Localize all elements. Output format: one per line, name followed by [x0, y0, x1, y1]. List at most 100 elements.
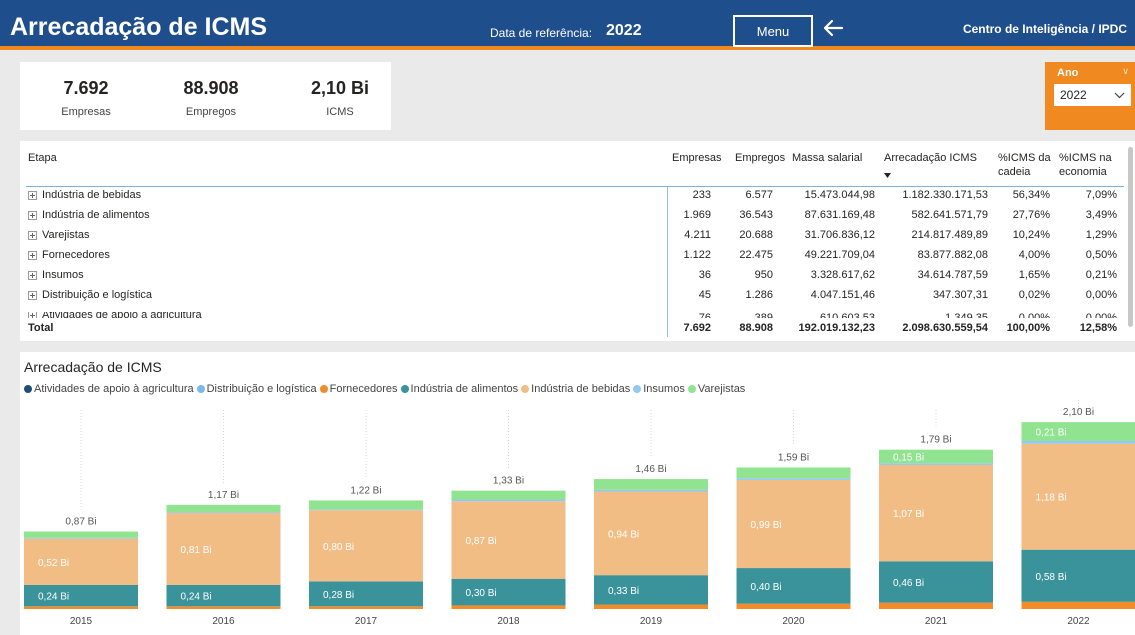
- bar-segment[interactable]: [594, 479, 708, 490]
- row-etapa: Fornecedores: [42, 249, 110, 261]
- expand-plus-icon[interactable]: [28, 312, 37, 318]
- bar-segment[interactable]: [309, 500, 423, 510]
- column-header-empresas[interactable]: Empresas: [672, 151, 722, 165]
- column-header-pct-cadeia[interactable]: %ICMS da: [998, 151, 1051, 165]
- cell-massa: 49.221.709,04: [804, 249, 875, 261]
- kpi-label: ICMS: [326, 106, 354, 118]
- cell-empresas: 1.969: [683, 209, 711, 221]
- total-empresas: 7.692: [683, 322, 711, 334]
- cell-pct_cadeia: 4,00%: [1018, 249, 1050, 261]
- cell-pct_economia: 7,09%: [1085, 189, 1117, 201]
- legend-label: Indústria de bebidas: [531, 383, 631, 395]
- bar-segment[interactable]: [879, 463, 993, 465]
- sort-descending-icon[interactable]: [884, 173, 891, 178]
- year-dropdown-value: 2022: [1060, 88, 1087, 102]
- bar-segment[interactable]: [24, 537, 138, 539]
- arrow-left-icon[interactable]: [822, 18, 844, 38]
- bar-segment[interactable]: [879, 602, 993, 609]
- column-divider: [667, 187, 668, 337]
- segment-label: 1,07 Bi: [893, 509, 924, 520]
- legend-item[interactable]: Atividades de apoio à agricultura: [24, 383, 194, 395]
- bar-segment[interactable]: [451, 490, 566, 500]
- bar-segment[interactable]: [24, 531, 138, 538]
- menu-button[interactable]: Menu: [733, 15, 813, 47]
- x-tick-label: 2022: [1067, 616, 1090, 627]
- cell-empresas: 4.211: [684, 229, 711, 241]
- column-header-etapa[interactable]: Etapa: [28, 151, 57, 165]
- total-label: 1,46 Bi: [635, 464, 666, 475]
- column-header-empregos[interactable]: Empregos: [735, 151, 785, 165]
- table-row-label: Distribuição e logística: [28, 289, 152, 301]
- kpi-empresas: 7.692 Empresas: [26, 62, 146, 118]
- reference-date-label: Data de referência:: [490, 26, 593, 40]
- year-dropdown[interactable]: 2022: [1054, 84, 1131, 106]
- x-tick-label: 2020: [782, 616, 805, 627]
- cell-empregos: 1.286: [745, 289, 773, 301]
- bar-segment[interactable]: [736, 478, 851, 480]
- chevron-down-icon[interactable]: ∨: [1122, 66, 1129, 77]
- legend-dot-icon: [687, 385, 696, 393]
- table-scrollbar[interactable]: [1128, 147, 1133, 327]
- row-etapa: Insumos: [42, 269, 84, 281]
- reference-date-value: 2022: [606, 22, 642, 39]
- table-row-label: Indústria de alimentos: [28, 209, 150, 221]
- chart-legend: Atividades de apoio à agricultura Distrib…: [24, 383, 745, 395]
- expand-plus-icon[interactable]: [28, 270, 37, 280]
- x-tick-label: 2019: [640, 616, 663, 627]
- total-label: 1,33 Bi: [493, 476, 524, 487]
- cell-pct_economia: 3,49%: [1085, 209, 1117, 221]
- expand-plus-icon[interactable]: [28, 210, 37, 220]
- segment-label: 0,94 Bi: [608, 529, 639, 540]
- table-row-label: Atividades de apoio à agricultura: [28, 312, 202, 318]
- page-title: Arrecadação de ICMS: [10, 13, 268, 41]
- row-etapa: Varejistas: [42, 229, 90, 241]
- legend-item[interactable]: Distribuição e logística: [196, 383, 317, 395]
- expand-plus-icon[interactable]: [28, 230, 37, 240]
- legend-item[interactable]: Varejistas: [687, 383, 745, 395]
- bar-segment[interactable]: [451, 605, 566, 609]
- cell-massa: 4.047.151,46: [810, 289, 875, 301]
- bar-segment[interactable]: [736, 603, 851, 609]
- bar-segment[interactable]: [309, 509, 423, 511]
- expand-plus-icon[interactable]: [28, 190, 37, 200]
- cell-empresas: 233: [692, 189, 711, 201]
- cell-pct_cadeia: 10,24%: [1012, 229, 1050, 241]
- column-header-arrecadacao[interactable]: Arrecadação ICMS: [884, 151, 977, 165]
- segment-label: 0,81 Bi: [181, 545, 212, 556]
- cell-massa: 31.706.836,12: [804, 229, 875, 241]
- expand-plus-icon[interactable]: [28, 290, 37, 300]
- legend-dot-icon: [24, 385, 32, 393]
- bar-segment[interactable]: [736, 467, 851, 479]
- cell-arrecadacao: 214.817.489,89: [911, 229, 988, 241]
- legend-item[interactable]: Fornecedores: [319, 383, 398, 395]
- bar-segment[interactable]: [1021, 440, 1135, 444]
- bar-segment[interactable]: [166, 504, 281, 512]
- segment-label: 0,40 Bi: [751, 582, 782, 593]
- column-header-pct-economia-line2: economia: [1059, 166, 1107, 178]
- segment-label: 0,46 Bi: [893, 578, 924, 589]
- cell-empregos: 20.688: [739, 229, 773, 241]
- total-label: 0,87 Bi: [65, 517, 96, 528]
- cell-empresas: 36: [698, 269, 711, 281]
- bar-segment[interactable]: [166, 606, 281, 609]
- bar-segment[interactable]: [594, 489, 708, 492]
- column-header-massa-salarial[interactable]: Massa salarial: [792, 151, 862, 165]
- legend-item[interactable]: Insumos: [633, 383, 685, 395]
- legend-label: Fornecedores: [329, 383, 398, 395]
- bar-segment[interactable]: [166, 511, 281, 513]
- cell-arrecadacao: 1.349,35: [945, 312, 988, 318]
- legend-item[interactable]: Indústria de bebidas: [521, 383, 630, 395]
- legend-item[interactable]: Indústria de alimentos: [400, 383, 518, 395]
- bar-segment[interactable]: [24, 606, 138, 609]
- bar-segment[interactable]: [594, 604, 708, 609]
- segment-label: 0,52 Bi: [38, 558, 69, 569]
- chart-title: Arrecadação de ICMS: [24, 359, 162, 375]
- segment-label: 0,30 Bi: [466, 588, 497, 599]
- bar-segment[interactable]: [451, 499, 566, 502]
- cell-empregos: 950: [754, 269, 773, 281]
- column-header-pct-economia[interactable]: %ICMS na: [1059, 151, 1112, 165]
- bar-segment[interactable]: [309, 606, 423, 609]
- segment-label: 0,21 Bi: [1036, 428, 1067, 439]
- expand-plus-icon[interactable]: [28, 250, 37, 260]
- bar-segment[interactable]: [1021, 601, 1135, 609]
